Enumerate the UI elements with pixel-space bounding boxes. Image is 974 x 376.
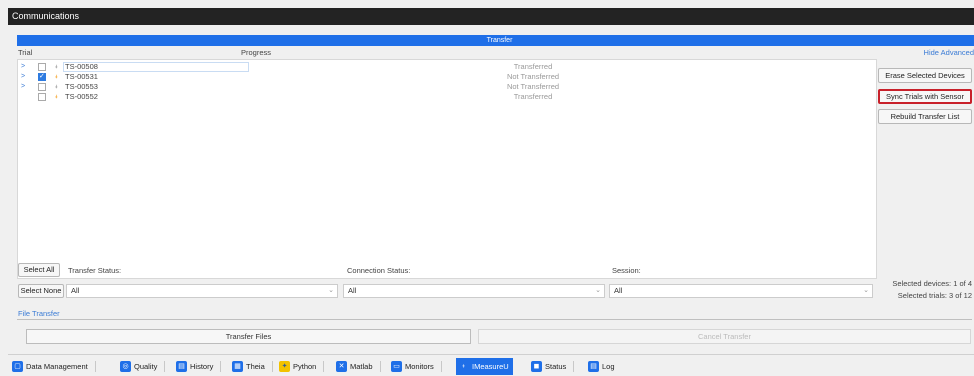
tree-row[interactable]: > ⍖ TS-00508 Transferred <box>18 62 878 72</box>
tab-data-management[interactable]: ▢ Data Management <box>10 358 96 375</box>
file-transfer-section-label[interactable]: File Transfer <box>18 309 60 318</box>
row-checkbox[interactable] <box>38 72 46 82</box>
python-icon: ✦ <box>279 361 290 372</box>
sensor-icon: ⍖ <box>54 92 59 101</box>
connection-status-value: All <box>348 286 357 295</box>
transfer-status: Not Transferred <box>506 82 560 91</box>
section-divider <box>17 319 972 320</box>
tab-label: Matlab <box>350 362 373 371</box>
selected-devices-count: Selected devices: 1 of 4 <box>892 279 972 288</box>
cancel-transfer-button[interactable]: Cancel Transfer <box>478 329 971 344</box>
selected-trials-count: Selected trials: 3 of 12 <box>897 291 972 300</box>
log-icon: ▤ <box>588 361 599 372</box>
communications-panel: Transfer Trial Progress Hide Advanced > … <box>8 25 974 352</box>
sensor-icon: ⍖ <box>54 62 59 71</box>
transfer-status: Transferred <box>513 62 553 71</box>
trial-tree[interactable]: > ⍖ TS-00508 Transferred > ⍖ TS-00531 No… <box>17 59 877 279</box>
bottom-tab-bar: ▢ Data Management ◎ Quality ▤ History ▦ … <box>8 354 974 376</box>
tab-label: Monitors <box>405 362 434 371</box>
session-label: Session: <box>612 266 641 275</box>
tree-row[interactable]: > ⍖ TS-00531 Not Transferred <box>18 72 878 82</box>
trial-name: TS-00553 <box>65 82 98 91</box>
hide-advanced-link[interactable]: Hide Advanced <box>924 48 974 57</box>
transfer-section-header[interactable]: Transfer <box>17 35 974 46</box>
expand-arrow-icon[interactable]: > <box>21 72 25 82</box>
transfer-header-label: Transfer <box>486 37 513 44</box>
tab-label: IMeasureU <box>472 362 509 371</box>
tab-label: History <box>190 362 214 371</box>
tree-row[interactable]: ⍖ TS-00552 Transferred <box>18 92 878 102</box>
transfer-status: Transferred <box>513 92 553 101</box>
sensor-icon: ⍖ <box>54 72 59 81</box>
rebuild-transfer-list-button[interactable]: Rebuild Transfer List <box>878 109 972 124</box>
sync-trials-with-sensor-button[interactable]: Sync Trials with Sensor <box>878 89 972 104</box>
tab-monitors[interactable]: ▭ Monitors <box>389 358 442 375</box>
select-all-button[interactable]: Select All <box>18 263 60 277</box>
tab-history[interactable]: ▤ History <box>174 358 222 375</box>
data-management-icon: ▢ <box>12 361 23 372</box>
expand-arrow-icon[interactable]: > <box>21 82 25 92</box>
imeasureu-icon: ⍖ <box>461 363 466 370</box>
tab-label: Theia <box>246 362 265 371</box>
row-checkbox[interactable] <box>38 83 46 91</box>
tab-label: Quality <box>134 362 158 371</box>
tab-log[interactable]: ▤ Log <box>586 358 619 375</box>
status-icon: ◼ <box>531 361 542 372</box>
trial-name: TS-00531 <box>65 72 98 81</box>
tab-label: Log <box>602 362 615 371</box>
chevron-down-icon: ⌄ <box>595 287 601 294</box>
monitors-icon: ▭ <box>391 361 402 372</box>
sensor-icon: ⍖ <box>54 82 59 91</box>
transfer-status: Not Transferred <box>506 72 560 81</box>
tab-label: Data Management <box>26 362 88 371</box>
session-value: All <box>614 286 623 295</box>
column-header-trial[interactable]: Trial <box>18 48 32 57</box>
quality-icon: ◎ <box>120 361 131 372</box>
tree-row[interactable]: > ⍖ TS-00553 Not Transferred <box>18 82 878 92</box>
transfer-files-button[interactable]: Transfer Files <box>26 329 471 344</box>
transfer-status-dropdown[interactable]: All ⌄ <box>66 284 338 298</box>
trial-name: TS-00508 <box>65 62 98 71</box>
chevron-down-icon: ⌄ <box>328 287 334 294</box>
tab-label: Python <box>293 362 317 371</box>
expand-arrow-icon[interactable]: > <box>21 62 25 72</box>
chevron-down-icon: ⌄ <box>863 287 869 294</box>
history-icon: ▤ <box>176 361 187 372</box>
tab-label: Status <box>545 362 567 371</box>
transfer-status-label: Transfer Status: <box>68 266 122 275</box>
matlab-icon: ✕ <box>336 361 347 372</box>
window-titlebar: Communications <box>8 8 974 25</box>
row-checkbox[interactable] <box>38 93 46 101</box>
tab-status[interactable]: ◼ Status <box>529 358 575 375</box>
tab-python[interactable]: ✦ Python <box>277 358 325 375</box>
tab-imeasureu[interactable]: ⍖ IMeasureU <box>456 358 513 375</box>
column-header-progress[interactable]: Progress <box>241 48 271 57</box>
transfer-status-value: All <box>71 286 80 295</box>
theia-icon: ▦ <box>232 361 243 372</box>
row-checkbox[interactable] <box>38 63 46 71</box>
window-title: Communications <box>12 11 80 21</box>
session-dropdown[interactable]: All ⌄ <box>609 284 873 298</box>
erase-selected-devices-button[interactable]: Erase Selected Devices <box>878 68 972 83</box>
tab-matlab[interactable]: ✕ Matlab <box>334 358 381 375</box>
trial-name: TS-00552 <box>65 92 98 101</box>
tab-quality[interactable]: ◎ Quality <box>118 358 166 375</box>
tab-theia[interactable]: ▦ Theia <box>230 358 273 375</box>
select-none-button[interactable]: Select None <box>18 284 64 298</box>
connection-status-dropdown[interactable]: All ⌄ <box>343 284 605 298</box>
connection-status-label: Connection Status: <box>347 266 411 275</box>
